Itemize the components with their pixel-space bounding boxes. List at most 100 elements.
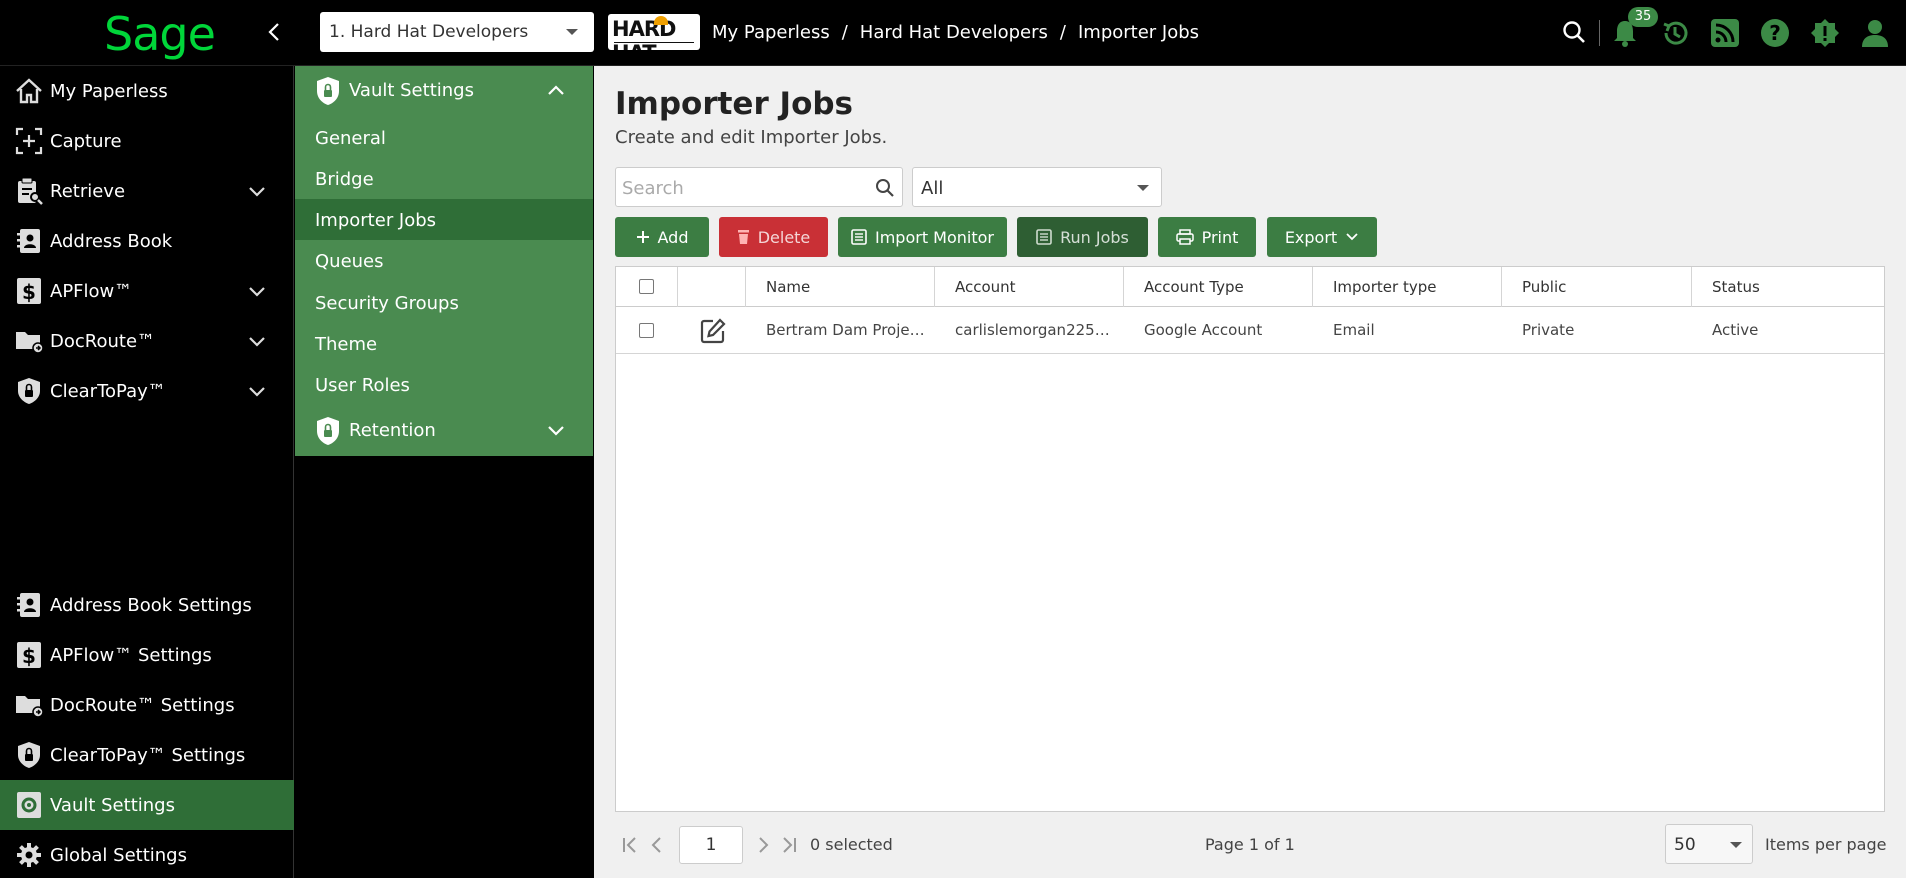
cell-status: Active bbox=[1712, 321, 1759, 339]
selected-count: 0 selected bbox=[810, 835, 893, 854]
printer-icon bbox=[1175, 229, 1194, 245]
run-jobs-button[interactable]: Run Jobs bbox=[1017, 217, 1148, 257]
column-header-name[interactable]: Name bbox=[746, 267, 935, 307]
folder-route-icon bbox=[14, 691, 44, 719]
page-info: Page 1 of 1 bbox=[1205, 835, 1295, 854]
last-page-icon[interactable] bbox=[779, 834, 799, 856]
submenu-item-user-roles[interactable]: User Roles bbox=[295, 364, 593, 405]
next-page-icon[interactable] bbox=[753, 834, 773, 856]
page-title: Importer Jobs bbox=[615, 86, 854, 122]
plus-icon bbox=[636, 231, 649, 243]
global-search-icon[interactable] bbox=[1558, 16, 1592, 50]
submenu-item-security-groups[interactable]: Security Groups bbox=[295, 282, 593, 323]
sidebar-item-my-paperless[interactable]: My Paperless bbox=[0, 66, 294, 116]
breadcrumb-my-paperless[interactable]: My Paperless bbox=[712, 22, 830, 43]
importer-jobs-table: Name Account Account Type Importer type … bbox=[615, 266, 1885, 812]
search-icon[interactable] bbox=[874, 177, 896, 199]
chevron-down-icon bbox=[246, 182, 268, 200]
company-logo: HARD HAT bbox=[608, 14, 700, 50]
submenu-item-theme[interactable]: Theme bbox=[295, 323, 593, 364]
cell-account: carlislemorgan225… bbox=[955, 321, 1110, 339]
folder-route-icon bbox=[14, 327, 44, 355]
first-page-icon[interactable] bbox=[620, 834, 640, 856]
print-button[interactable]: Print bbox=[1158, 217, 1256, 257]
search-input[interactable] bbox=[622, 176, 862, 200]
sidebar-item-retrieve[interactable]: Retrieve bbox=[0, 166, 294, 216]
breadcrumb-current[interactable]: Importer Jobs bbox=[1078, 22, 1199, 43]
breadcrumb-tenant[interactable]: Hard Hat Developers bbox=[860, 22, 1048, 43]
help-icon[interactable]: ? bbox=[1758, 16, 1792, 50]
user-profile-icon[interactable] bbox=[1858, 16, 1892, 50]
sidebar-item-docroute[interactable]: DocRoute™ bbox=[0, 316, 294, 366]
svg-text:$: $ bbox=[22, 644, 36, 668]
column-header-status[interactable]: Status bbox=[1692, 267, 1884, 307]
submenu-item-queues[interactable]: Queues bbox=[295, 240, 593, 281]
export-button[interactable]: Export bbox=[1267, 217, 1377, 257]
gear-icon bbox=[14, 841, 44, 869]
filter-select-value: All bbox=[921, 178, 944, 199]
history-icon[interactable] bbox=[1658, 16, 1692, 50]
rss-feed-icon[interactable] bbox=[1708, 16, 1742, 50]
retrieve-icon bbox=[14, 177, 44, 205]
delete-button[interactable]: Delete bbox=[719, 217, 828, 257]
vault-gear-icon bbox=[14, 791, 44, 819]
column-header-importer-type[interactable]: Importer type bbox=[1313, 267, 1502, 307]
chevron-down-icon bbox=[246, 382, 268, 400]
filter-select[interactable]: All bbox=[912, 167, 1162, 207]
capture-icon bbox=[14, 127, 44, 155]
cell-importer-type: Email bbox=[1333, 321, 1375, 339]
cell-name: Bertram Dam Proje… bbox=[766, 321, 925, 339]
cell-account-type: Google Account bbox=[1144, 321, 1263, 339]
address-book-icon bbox=[14, 591, 44, 619]
main-content: Importer Jobs Create and edit Importer J… bbox=[594, 66, 1906, 878]
cell-public: Private bbox=[1522, 321, 1575, 339]
column-header-public[interactable]: Public bbox=[1502, 267, 1692, 307]
main-sidebar: My Paperless Capture Retrieve Address Bo… bbox=[0, 66, 294, 878]
submenu-header-retention[interactable]: Retention bbox=[295, 406, 593, 454]
sidebar-item-cleartopay-settings[interactable]: ClearToPay™ Settings bbox=[0, 730, 294, 780]
list-icon bbox=[851, 229, 867, 245]
row-checkbox[interactable] bbox=[639, 323, 654, 338]
notification-count-badge: 35 bbox=[1628, 7, 1658, 27]
sidebar-item-global-settings[interactable]: Global Settings bbox=[0, 830, 294, 878]
caret-down-icon bbox=[566, 29, 578, 35]
vault-settings-submenu: Vault Settings General Bridge Importer J… bbox=[295, 66, 593, 456]
column-header-account[interactable]: Account bbox=[935, 267, 1124, 307]
table-row[interactable]: Bertram Dam Proje… carlislemorgan225… Go… bbox=[616, 307, 1884, 354]
svg-text:$: $ bbox=[22, 280, 36, 304]
sidebar-item-address-book-settings[interactable]: Address Book Settings bbox=[0, 580, 294, 630]
sidebar-item-docroute-settings[interactable]: DocRoute™ Settings bbox=[0, 680, 294, 730]
items-per-page-label: Items per page bbox=[1765, 835, 1887, 854]
add-button[interactable]: Add bbox=[615, 217, 709, 257]
sidebar-item-address-book[interactable]: Address Book bbox=[0, 216, 294, 266]
previous-page-icon[interactable] bbox=[647, 834, 667, 856]
select-all-checkbox[interactable] bbox=[639, 279, 654, 294]
collapse-sidebar-button[interactable] bbox=[262, 18, 286, 46]
import-monitor-button[interactable]: Import Monitor bbox=[838, 217, 1007, 257]
page-size-select[interactable]: 50 bbox=[1665, 824, 1753, 864]
sidebar-item-vault-settings[interactable]: Vault Settings bbox=[0, 780, 294, 830]
alert-icon[interactable] bbox=[1808, 16, 1842, 50]
sidebar-item-apflow[interactable]: $ APFlow™ bbox=[0, 266, 294, 316]
breadcrumb: My Paperless / Hard Hat Developers / Imp… bbox=[712, 22, 1200, 43]
trash-icon bbox=[737, 230, 749, 244]
chevron-down-icon bbox=[246, 332, 268, 350]
table-header: Name Account Account Type Importer type … bbox=[616, 267, 1884, 307]
address-book-icon bbox=[14, 227, 44, 255]
column-header-account-type[interactable]: Account Type bbox=[1124, 267, 1313, 307]
page-number-input[interactable]: 1 bbox=[679, 826, 743, 864]
submenu-item-bridge[interactable]: Bridge bbox=[295, 158, 593, 199]
edit-icon[interactable] bbox=[699, 317, 727, 345]
chevron-down-icon bbox=[246, 282, 268, 300]
page-size-value: 50 bbox=[1674, 835, 1696, 855]
submenu-item-general[interactable]: General bbox=[295, 117, 593, 158]
sidebar-item-apflow-settings[interactable]: $ APFlow™ Settings bbox=[0, 630, 294, 680]
list-icon bbox=[1036, 229, 1052, 245]
tenant-select[interactable]: 1. Hard Hat Developers bbox=[320, 12, 594, 52]
sidebar-item-cleartopay[interactable]: ClearToPay™ bbox=[0, 366, 294, 416]
submenu-item-importer-jobs[interactable]: Importer Jobs bbox=[295, 199, 593, 240]
sage-logo[interactable]: Sage bbox=[104, 6, 216, 62]
submenu-header-vault-settings[interactable]: Vault Settings bbox=[295, 66, 593, 114]
dollar-icon: $ bbox=[14, 641, 44, 669]
sidebar-item-capture[interactable]: Capture bbox=[0, 116, 294, 166]
